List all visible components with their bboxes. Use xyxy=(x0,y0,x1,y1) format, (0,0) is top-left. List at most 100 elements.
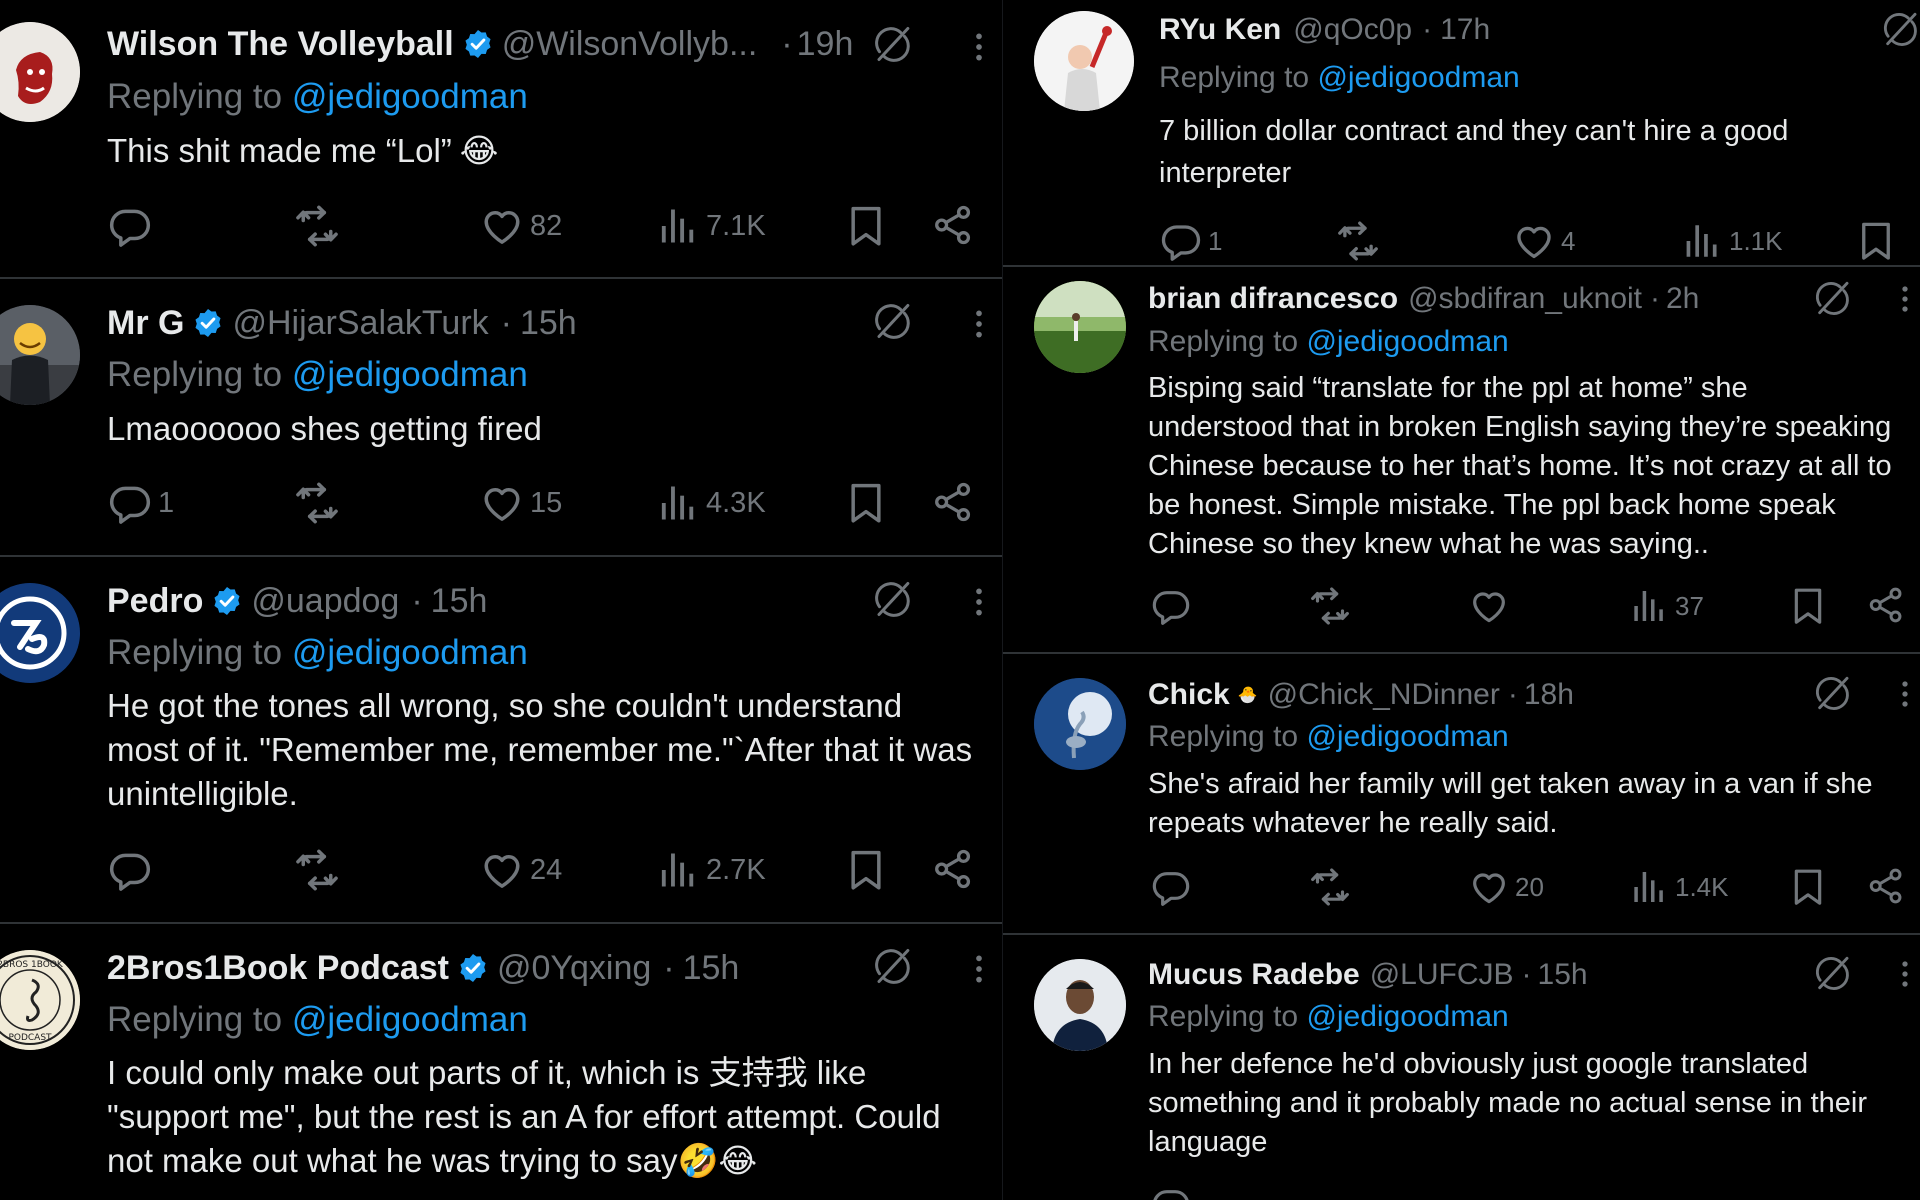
like-button[interactable]: 20 xyxy=(1469,867,1544,907)
views-button[interactable]: 2.7K xyxy=(656,848,766,892)
reply-button[interactable] xyxy=(1151,586,1191,626)
grok-icon[interactable] xyxy=(872,946,912,986)
more-options-icon[interactable] xyxy=(1889,283,1920,315)
reply-button[interactable] xyxy=(108,848,152,892)
views-button[interactable]: 1.4K xyxy=(1629,867,1729,907)
timestamp[interactable]: 19h xyxy=(797,25,854,64)
avatar[interactable] xyxy=(0,583,80,683)
retweet-button[interactable] xyxy=(295,204,339,248)
views-button[interactable]: 37 xyxy=(1629,586,1704,626)
bookmark-button[interactable] xyxy=(844,481,888,525)
reply-tweet[interactable]: 2BROS 1BOOK PODCAST 2Bros1Book Podcast @… xyxy=(0,924,1002,1200)
retweet-button[interactable] xyxy=(1337,220,1379,262)
retweet-button[interactable] xyxy=(295,848,339,892)
share-button[interactable] xyxy=(1867,586,1905,624)
grok-icon[interactable] xyxy=(872,579,912,619)
reply-button[interactable]: 1 xyxy=(1160,220,1222,262)
display-name[interactable]: Mucus Radebe xyxy=(1148,958,1360,992)
avatar[interactable]: 2BROS 1BOOK PODCAST xyxy=(0,950,80,1050)
like-button[interactable]: 24 xyxy=(480,848,562,892)
user-handle[interactable]: @0Yqxing xyxy=(497,949,651,988)
reply-button[interactable]: 1 xyxy=(108,481,174,525)
views-button[interactable]: 7.1K xyxy=(656,204,766,248)
display-name[interactable]: 2Bros1Book Podcast xyxy=(107,949,449,988)
reply-tweet[interactable]: RYu Ken @qOc0p · 17h Replying to @jedigo… xyxy=(1003,0,1920,267)
like-button[interactable] xyxy=(1469,586,1509,626)
more-options-icon[interactable] xyxy=(962,585,996,619)
like-button[interactable]: 15 xyxy=(480,481,562,525)
display-name[interactable]: Chick xyxy=(1148,678,1230,712)
reply-tweet[interactable]: Wilson The Volleyball @WilsonVollyb... ·… xyxy=(0,0,1002,279)
display-name[interactable]: RYu Ken xyxy=(1159,13,1281,47)
mention-link[interactable]: @jedigoodman xyxy=(1306,1000,1508,1033)
share-button[interactable] xyxy=(932,204,974,246)
reply-tweet[interactable]: Mucus Radebe @LUFCJB · 15h Replying to @… xyxy=(1003,935,1920,1200)
avatar[interactable] xyxy=(1034,11,1134,111)
grok-icon[interactable] xyxy=(1813,279,1851,317)
user-handle[interactable]: @uapdog xyxy=(251,582,399,621)
grok-icon[interactable] xyxy=(1881,10,1919,48)
like-button[interactable]: 4 xyxy=(1513,220,1575,262)
grok-icon[interactable] xyxy=(872,24,912,64)
more-options-icon[interactable] xyxy=(1889,678,1920,710)
mention-link[interactable]: @jedigoodman xyxy=(292,1000,528,1039)
bookmark-button[interactable] xyxy=(844,848,888,892)
share-button[interactable] xyxy=(1867,867,1905,905)
grok-icon[interactable] xyxy=(872,301,912,341)
mention-link[interactable]: @jedigoodman xyxy=(292,633,528,672)
grok-icon[interactable] xyxy=(1813,674,1851,712)
reply-button[interactable] xyxy=(1151,867,1191,907)
mention-link[interactable]: @jedigoodman xyxy=(1306,325,1508,358)
timestamp[interactable]: 15h xyxy=(683,949,740,988)
more-options-icon[interactable] xyxy=(1889,958,1920,990)
mention-link[interactable]: @jedigoodman xyxy=(1306,720,1508,753)
reply-tweet[interactable]: brian difrancesco @sbdifran_uknoit · 2h … xyxy=(1003,267,1920,654)
user-handle[interactable]: @WilsonVollyb... xyxy=(502,25,758,64)
retweet-button[interactable] xyxy=(1310,586,1350,626)
views-button[interactable]: 4.3K xyxy=(656,481,766,525)
like-button[interactable]: 82 xyxy=(480,204,562,248)
bookmark-button[interactable] xyxy=(1788,586,1828,626)
timestamp[interactable]: 18h xyxy=(1524,678,1574,712)
avatar[interactable] xyxy=(1034,959,1126,1051)
more-options-icon[interactable] xyxy=(962,30,996,64)
retweet-button[interactable] xyxy=(1310,867,1350,907)
reply-tweet[interactable]: Pedro @uapdog · 15h Replying to @jedigoo… xyxy=(0,557,1002,924)
user-handle[interactable]: @Chick_NDinner xyxy=(1268,678,1500,712)
timestamp[interactable]: 15h xyxy=(520,304,577,343)
bookmark-button[interactable] xyxy=(1788,867,1828,907)
user-handle[interactable]: @qOc0p xyxy=(1293,13,1412,47)
more-options-icon[interactable] xyxy=(962,307,996,341)
mention-link[interactable]: @jedigoodman xyxy=(1317,61,1519,94)
display-name[interactable]: Wilson The Volleyball xyxy=(107,25,454,64)
display-name[interactable]: brian difrancesco xyxy=(1148,282,1398,316)
avatar[interactable] xyxy=(1034,678,1126,770)
retweet-button[interactable] xyxy=(295,481,339,525)
user-handle[interactable]: @HijarSalakTurk xyxy=(232,304,488,343)
more-options-icon[interactable] xyxy=(962,952,996,986)
avatar[interactable] xyxy=(0,305,80,405)
user-handle[interactable]: @sbdifran_uknoit xyxy=(1408,282,1642,316)
reply-button[interactable] xyxy=(1151,1185,1191,1200)
views-button[interactable]: 1.1K xyxy=(1681,220,1783,262)
mention-link[interactable]: @jedigoodman xyxy=(292,77,528,116)
display-name[interactable]: Mr G xyxy=(107,304,184,343)
bookmark-button[interactable] xyxy=(1855,220,1897,262)
avatar[interactable] xyxy=(1034,281,1126,373)
tweet-text: In her defence he'd obviously just googl… xyxy=(1148,1048,1867,1158)
grok-icon[interactable] xyxy=(1813,954,1851,992)
timestamp[interactable]: 17h xyxy=(1440,13,1490,47)
timestamp[interactable]: 15h xyxy=(1538,958,1588,992)
timestamp[interactable]: 2h xyxy=(1666,282,1699,316)
bookmark-button[interactable] xyxy=(844,204,888,248)
mention-link[interactable]: @jedigoodman xyxy=(292,355,528,394)
reply-button[interactable] xyxy=(108,204,152,248)
share-button[interactable] xyxy=(932,481,974,523)
avatar[interactable] xyxy=(0,22,80,122)
reply-tweet[interactable]: Chick 🐣 @Chick_NDinner · 18h Replying to… xyxy=(1003,654,1920,935)
share-button[interactable] xyxy=(932,848,974,890)
timestamp[interactable]: 15h xyxy=(431,582,488,621)
reply-tweet[interactable]: Mr G @HijarSalakTurk · 15h Replying to @… xyxy=(0,279,1002,557)
display-name[interactable]: Pedro xyxy=(107,582,203,621)
user-handle[interactable]: @LUFCJB xyxy=(1370,958,1514,992)
